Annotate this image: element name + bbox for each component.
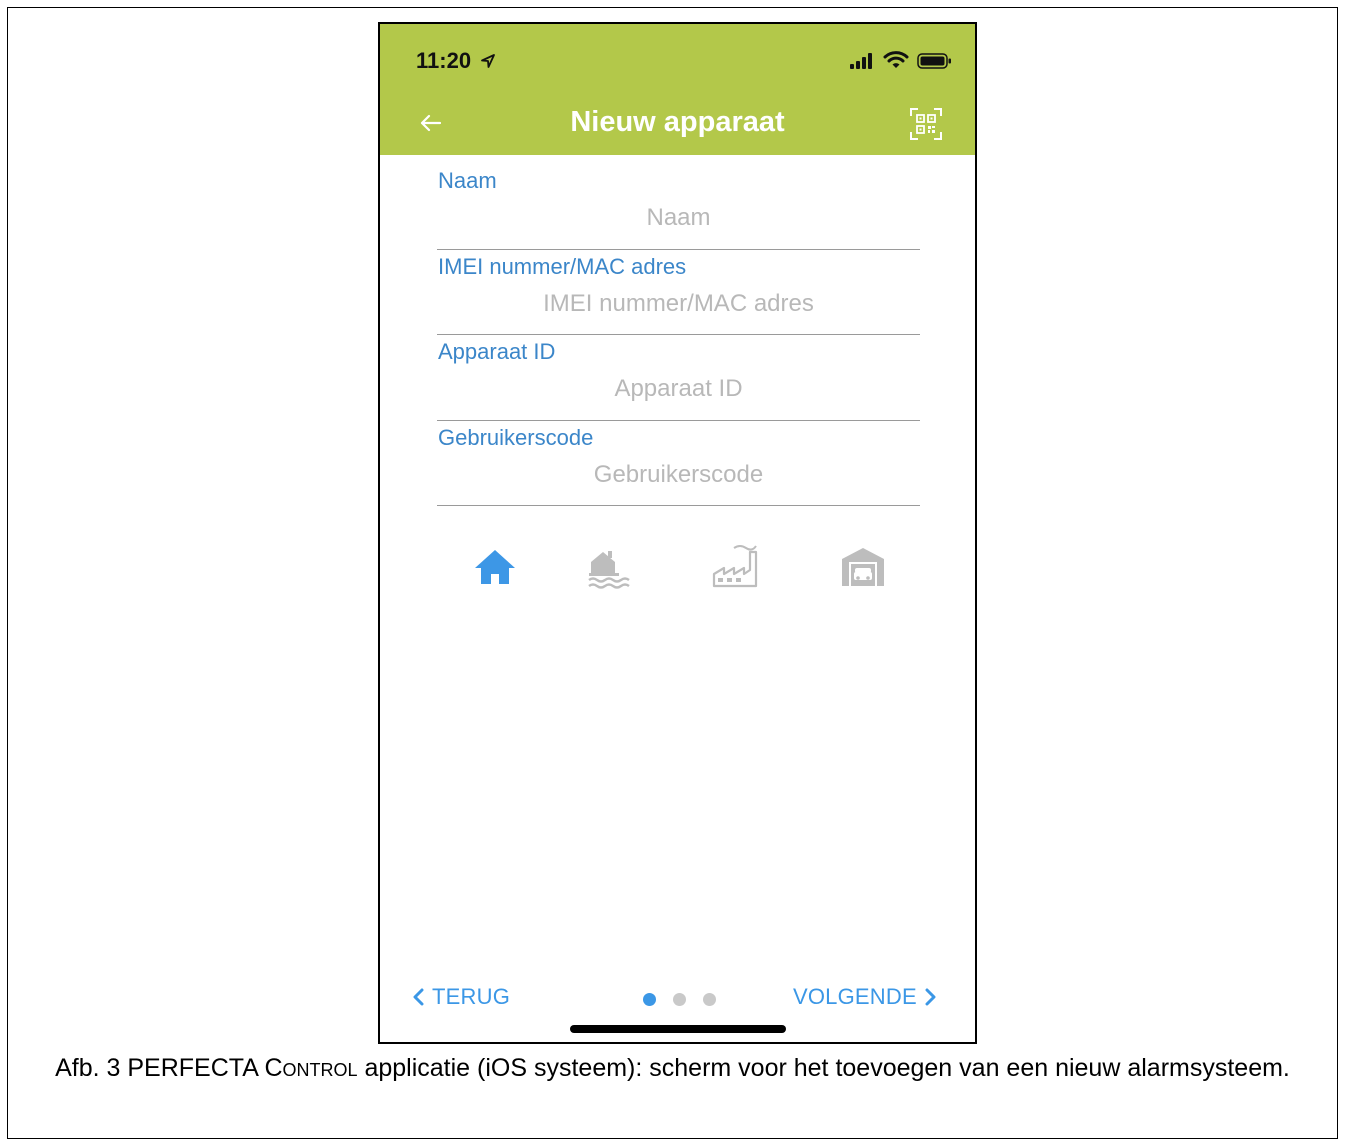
name-field: Naam (437, 164, 920, 250)
device-id-field: Apparaat ID (437, 335, 920, 421)
status-time: 11:20 (416, 48, 496, 74)
device-id-input[interactable] (437, 371, 920, 407)
status-bar: 11:20 (380, 24, 975, 92)
garage-icon[interactable] (838, 542, 888, 590)
device-id-label: Apparaat ID (438, 339, 556, 364)
qr-scan-icon[interactable] (909, 107, 943, 141)
page-dot-1-active (643, 993, 656, 1006)
user-code-field: Gebruikerscode (437, 421, 920, 506)
signal-icon (850, 53, 873, 69)
caption-app-name: Control (264, 1054, 358, 1082)
home-indicator[interactable] (570, 1025, 786, 1033)
imei-mac-input[interactable] (437, 285, 920, 322)
new-device-form: Naam IMEI nummer/MAC adres Apparaat ID G… (437, 164, 920, 506)
page-dot-3 (703, 993, 716, 1006)
back-button-label: TERUG (432, 984, 510, 1009)
user-code-input[interactable] (437, 456, 920, 493)
app-bar: Nieuw apparaat (380, 92, 975, 155)
name-label: Naam (438, 168, 497, 193)
chevron-right-icon (925, 988, 936, 1006)
factory-icon[interactable] (710, 542, 760, 590)
battery-icon (917, 53, 951, 69)
user-code-label: Gebruikerscode (438, 424, 594, 450)
name-input[interactable] (437, 200, 920, 236)
phone-screenshot: 11:20 Nieuw apparaat Naam Naam IMEI numm… (378, 22, 977, 1044)
status-icons (848, 50, 953, 70)
figure-caption: Afb. 3 PERFECTA Control applicatie (iOS … (8, 1052, 1337, 1086)
page-dot-2 (673, 993, 686, 1006)
house-icon[interactable] (470, 542, 520, 590)
imei-mac-field: IMEI nummer/MAC adres (437, 250, 920, 335)
caption-suffix: applicatie (iOS systeem): scherm voor he… (357, 1054, 1290, 1082)
page-title: Nieuw apparaat (570, 106, 785, 138)
house-by-water-icon[interactable] (585, 542, 635, 590)
chevron-left-icon (413, 988, 424, 1006)
wifi-icon (883, 51, 909, 68)
next-button-label: VOLGENDE (793, 984, 917, 1009)
next-button[interactable]: VOLGENDE (793, 984, 937, 1010)
status-time-text: 11:20 (416, 48, 472, 73)
location-arrow-icon (481, 54, 496, 68)
back-button[interactable]: TERUG (412, 984, 510, 1010)
caption-prefix: Afb. 3 PERFECTA (55, 1054, 265, 1082)
imei-mac-label: IMEI nummer/MAC adres (438, 253, 687, 279)
